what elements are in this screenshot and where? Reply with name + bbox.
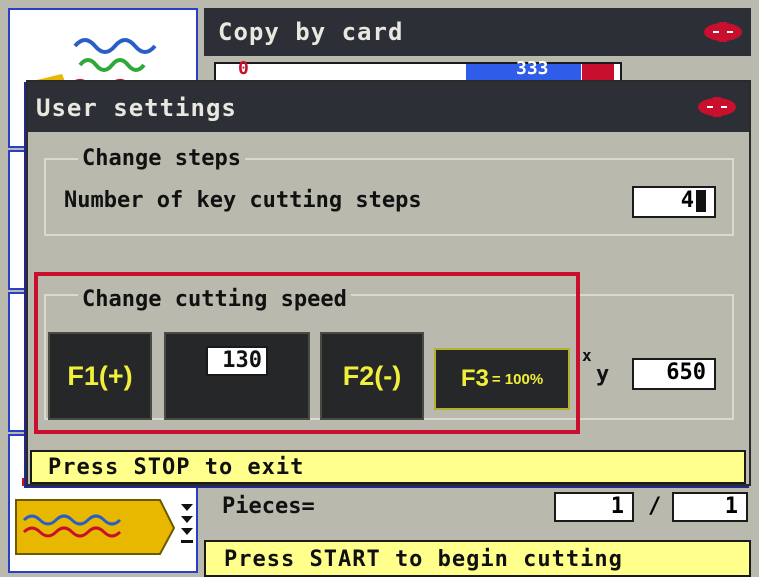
copy-by-card-title-bar: Copy by card bbox=[204, 8, 751, 56]
top-field-left-value: 0 bbox=[238, 58, 249, 79]
stop-prompt-text: Press STOP to exit bbox=[48, 455, 305, 480]
pieces-label: Pieces= bbox=[222, 494, 315, 519]
f1-increase-button[interactable]: F1(+) bbox=[48, 332, 152, 420]
pieces-total-field: 1 bbox=[672, 492, 748, 522]
axis-y-label: y bbox=[596, 362, 610, 387]
f3-label: F3 bbox=[460, 365, 489, 392]
xy-value-field[interactable]: 650 bbox=[632, 358, 716, 390]
start-prompt-bar: Press START to begin cutting bbox=[204, 540, 751, 577]
cutting-speed-title: Change cutting speed bbox=[78, 287, 351, 313]
start-prompt-text: Press START to begin cutting bbox=[224, 547, 623, 572]
steps-label: Number of key cutting steps bbox=[64, 188, 422, 213]
f3-reset-button[interactable]: F3 = 100% bbox=[434, 348, 570, 410]
dialog-title-bar: User settings bbox=[28, 82, 749, 132]
pieces-separator: / bbox=[648, 494, 662, 519]
steps-value: 4 bbox=[680, 188, 694, 213]
silca-logo-icon bbox=[698, 97, 736, 117]
user-settings-dialog: User settings Change steps Number of key… bbox=[26, 80, 751, 486]
pieces-current-field: 1 bbox=[554, 492, 634, 522]
xy-value: 650 bbox=[666, 360, 706, 385]
f2-decrease-button[interactable]: F2(-) bbox=[320, 332, 424, 420]
screen-title: Copy by card bbox=[218, 18, 404, 46]
text-cursor bbox=[696, 190, 706, 212]
f2-label: F2(-) bbox=[342, 360, 402, 391]
speed-value-field[interactable]: 130 bbox=[206, 346, 268, 376]
pieces-current-value: 1 bbox=[610, 494, 624, 519]
step-arrows-icon bbox=[181, 504, 193, 543]
stop-prompt-bar: Press STOP to exit bbox=[30, 450, 746, 484]
f1-label: F1(+) bbox=[67, 360, 133, 391]
f3-sublabel: = 100% bbox=[491, 370, 544, 388]
steps-input[interactable]: 4 bbox=[632, 186, 716, 218]
top-field-value: 333 bbox=[516, 58, 549, 79]
axis-x-label: x bbox=[582, 346, 592, 365]
change-steps-title: Change steps bbox=[78, 146, 245, 172]
dialog-title: User settings bbox=[36, 94, 237, 122]
silca-logo-icon bbox=[704, 22, 742, 42]
speed-value: 130 bbox=[222, 348, 262, 373]
speed-value-panel: 130 bbox=[164, 332, 310, 420]
pieces-row: Pieces= 1 / 1 bbox=[204, 488, 751, 528]
pieces-total-value: 1 bbox=[724, 494, 738, 519]
